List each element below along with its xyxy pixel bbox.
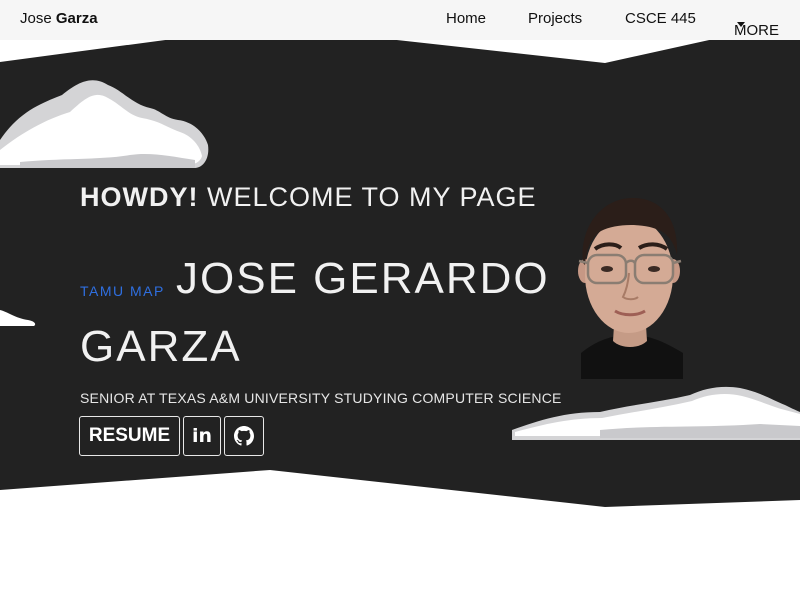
hero-name-line2: GARZA [80,322,242,371]
top-navbar: Jose Garza Home Projects CSCE 445 MORE [0,0,800,40]
hero-howdy: HOWDY! [80,182,199,212]
hero-name-line1: JOSE GERARDO [176,254,550,303]
profile-photo [578,197,683,379]
resume-button[interactable]: RESUME [79,416,180,456]
github-icon [234,426,254,446]
brand-first-name: Jose [20,10,56,27]
hero-welcome: WELCOME TO MY PAGE [198,182,537,212]
nav-projects-link[interactable]: Projects [528,10,582,27]
tamu-map-link[interactable]: TAMU MAP [80,283,165,299]
github-button[interactable] [224,416,264,456]
linkedin-button[interactable]: in [183,416,221,456]
nav-course-link[interactable]: CSCE 445 [625,10,696,27]
caret-down-icon [737,22,745,27]
hero-subtitle: SENIOR AT TEXAS A&M UNIVERSITY STUDYING … [80,390,562,406]
hero-greeting: HOWDY! WELCOME TO MY PAGE [80,182,537,213]
brand-last-name: Garza [55,10,98,27]
brand-link[interactable]: Jose Garza [20,10,98,27]
nav-home-link[interactable]: Home [446,10,486,27]
linkedin-icon: in [191,425,213,447]
